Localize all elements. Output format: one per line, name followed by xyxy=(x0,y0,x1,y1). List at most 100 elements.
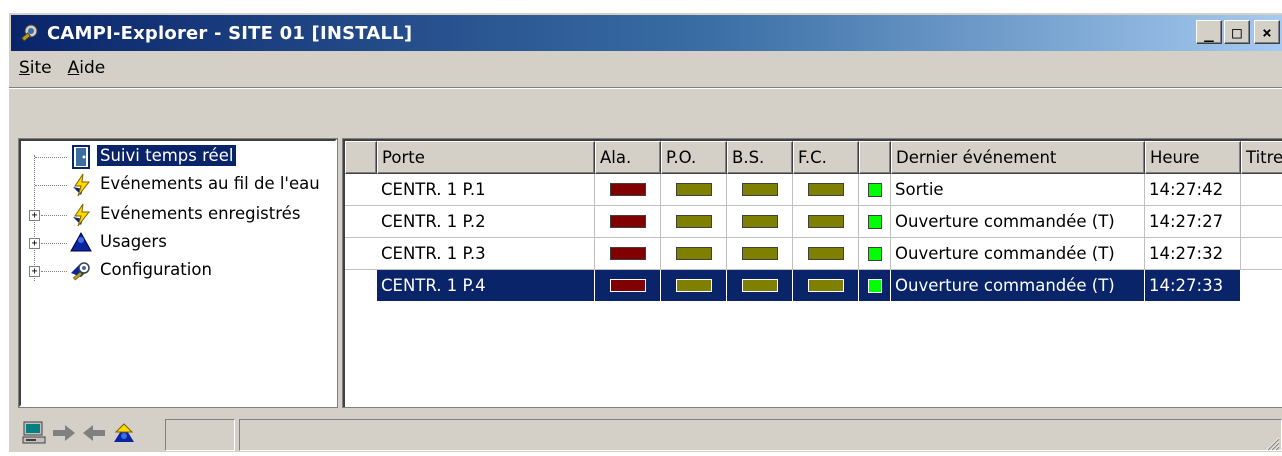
column-header-fc[interactable]: F.C. xyxy=(793,141,859,174)
alarm-cell xyxy=(595,270,661,302)
maximize-button[interactable]: □ xyxy=(1224,20,1250,44)
alarm-indicator xyxy=(609,183,646,196)
po-indicator xyxy=(675,247,712,260)
status-indicator xyxy=(867,182,882,197)
bs-cell xyxy=(727,238,793,270)
close-button[interactable]: × xyxy=(1254,20,1280,44)
fc-indicator xyxy=(807,247,844,260)
po-cell xyxy=(661,270,727,302)
fc-indicator xyxy=(807,279,844,292)
row-select-cell xyxy=(345,270,377,302)
app-window: CAMPI-Explorer - SITE 01 [INSTALL] _ □ ×… xyxy=(8,12,1282,452)
door-icon xyxy=(69,145,93,169)
bs-cell xyxy=(727,270,793,302)
bs-indicator xyxy=(741,247,778,260)
tree-item-evenements-enregistres[interactable]: + Evénements enregistrés xyxy=(21,201,331,229)
po-cell xyxy=(661,238,727,270)
status-cell xyxy=(859,270,891,302)
menu-bar: Site Aide xyxy=(11,53,113,83)
table-row[interactable]: CENTR. 1 P.2 Ouverture commandée (T) 14:… xyxy=(345,206,1282,238)
porte-cell: CENTR. 1 P.1 xyxy=(377,174,595,206)
heure-cell: 14:27:42 xyxy=(1145,174,1241,206)
row-select-cell xyxy=(345,174,377,206)
column-header-bs[interactable]: B.S. xyxy=(727,141,793,174)
status-cell xyxy=(859,238,891,270)
users-icon xyxy=(69,231,93,255)
column-header-heure[interactable]: Heure xyxy=(1145,141,1241,174)
arrow-left-icon[interactable] xyxy=(81,420,107,446)
tree-line xyxy=(41,215,67,216)
evenement-cell: Sortie xyxy=(891,174,1145,206)
menu-aide-label: ide xyxy=(79,58,106,78)
tree-expander[interactable]: + xyxy=(29,238,40,249)
po-indicator xyxy=(675,279,712,292)
tree-item-usagers[interactable]: + Usagers xyxy=(21,229,331,257)
alarm-indicator xyxy=(609,279,646,292)
bs-cell xyxy=(727,206,793,238)
resize-grip[interactable] xyxy=(1264,435,1280,451)
table-row-selected[interactable]: CENTR. 1 P.4 Ouverture commandée (T) 14:… xyxy=(345,270,1282,302)
campi-app-icon xyxy=(19,22,41,44)
tree-item-label: Evénements enregistrés xyxy=(100,204,301,223)
po-cell xyxy=(661,174,727,206)
tree-expander[interactable]: + xyxy=(29,266,40,277)
tree-item-configuration[interactable]: + Configuration xyxy=(21,257,331,285)
user-icon[interactable] xyxy=(111,420,137,446)
column-header-porte[interactable]: Porte xyxy=(377,141,595,174)
titre-cell xyxy=(1241,174,1282,206)
navigation-tree[interactable]: Suivi temps réel Evénements au fil de l'… xyxy=(18,138,338,408)
status-indicator xyxy=(867,246,882,261)
tree-line xyxy=(41,243,67,244)
menu-site[interactable]: Site xyxy=(11,58,60,78)
fc-cell xyxy=(793,174,859,206)
computer-icon[interactable] xyxy=(21,420,47,446)
alarm-cell xyxy=(595,174,661,206)
status-panel-2 xyxy=(239,419,1282,451)
fc-indicator xyxy=(807,183,844,196)
column-header-titre[interactable]: Titre xyxy=(1241,141,1282,174)
toolbar-area xyxy=(9,87,1282,133)
po-indicator xyxy=(675,183,712,196)
status-indicator xyxy=(867,214,882,229)
status-panel-1 xyxy=(165,419,235,451)
bs-indicator xyxy=(741,183,778,196)
tree-item-suivi-temps-reel[interactable]: Suivi temps réel xyxy=(21,143,331,171)
lightning-icon xyxy=(69,173,93,197)
status-cell xyxy=(859,206,891,238)
minimize-button[interactable]: _ xyxy=(1196,20,1222,44)
tree-item-label: Usagers xyxy=(100,232,167,251)
column-header-dernier-evenement[interactable]: Dernier événement xyxy=(891,141,1145,174)
fc-indicator xyxy=(807,215,844,228)
porte-cell: CENTR. 1 P.2 xyxy=(377,206,595,238)
window-title: CAMPI-Explorer - SITE 01 [INSTALL] xyxy=(47,22,413,44)
row-select-cell xyxy=(345,238,377,270)
tree-expander[interactable]: + xyxy=(29,210,40,221)
titre-cell xyxy=(1241,206,1282,238)
table-row[interactable]: CENTR. 1 P.3 Ouverture commandée (T) 14:… xyxy=(345,238,1282,270)
alarm-indicator xyxy=(609,247,646,260)
fc-cell xyxy=(793,238,859,270)
table-row[interactable]: CENTR. 1 P.1 Sortie 14:27:42 xyxy=(345,174,1282,206)
bs-cell xyxy=(727,174,793,206)
menu-site-mnemonic: S xyxy=(19,58,30,78)
column-header-po[interactable]: P.O. xyxy=(661,141,727,174)
tree-item-label: Configuration xyxy=(100,260,212,279)
bs-indicator xyxy=(741,215,778,228)
status-icons xyxy=(21,419,137,447)
titre-cell xyxy=(1241,238,1282,270)
column-header-select[interactable] xyxy=(345,141,377,174)
title-bar[interactable]: CAMPI-Explorer - SITE 01 [INSTALL] _ □ × xyxy=(11,15,1282,51)
heure-cell: 14:27:33 xyxy=(1145,270,1241,302)
alarm-cell xyxy=(595,238,661,270)
titre-cell xyxy=(1241,270,1282,302)
tree-item-evenements-fil-eau[interactable]: Evénements au fil de l'eau xyxy=(21,171,331,199)
arrow-right-icon[interactable] xyxy=(51,420,77,446)
column-header-ala[interactable]: Ala. xyxy=(595,141,661,174)
menu-aide[interactable]: Aide xyxy=(60,58,114,78)
tree-line xyxy=(35,157,67,158)
porte-cell: CENTR. 1 P.3 xyxy=(377,238,595,270)
column-header-status[interactable] xyxy=(859,141,891,174)
bs-indicator xyxy=(741,279,778,292)
tree-item-label: Evénements au fil de l'eau xyxy=(100,174,320,193)
doors-list[interactable]: Porte Ala. P.O. B.S. F.C. Dernier événem… xyxy=(342,138,1282,408)
